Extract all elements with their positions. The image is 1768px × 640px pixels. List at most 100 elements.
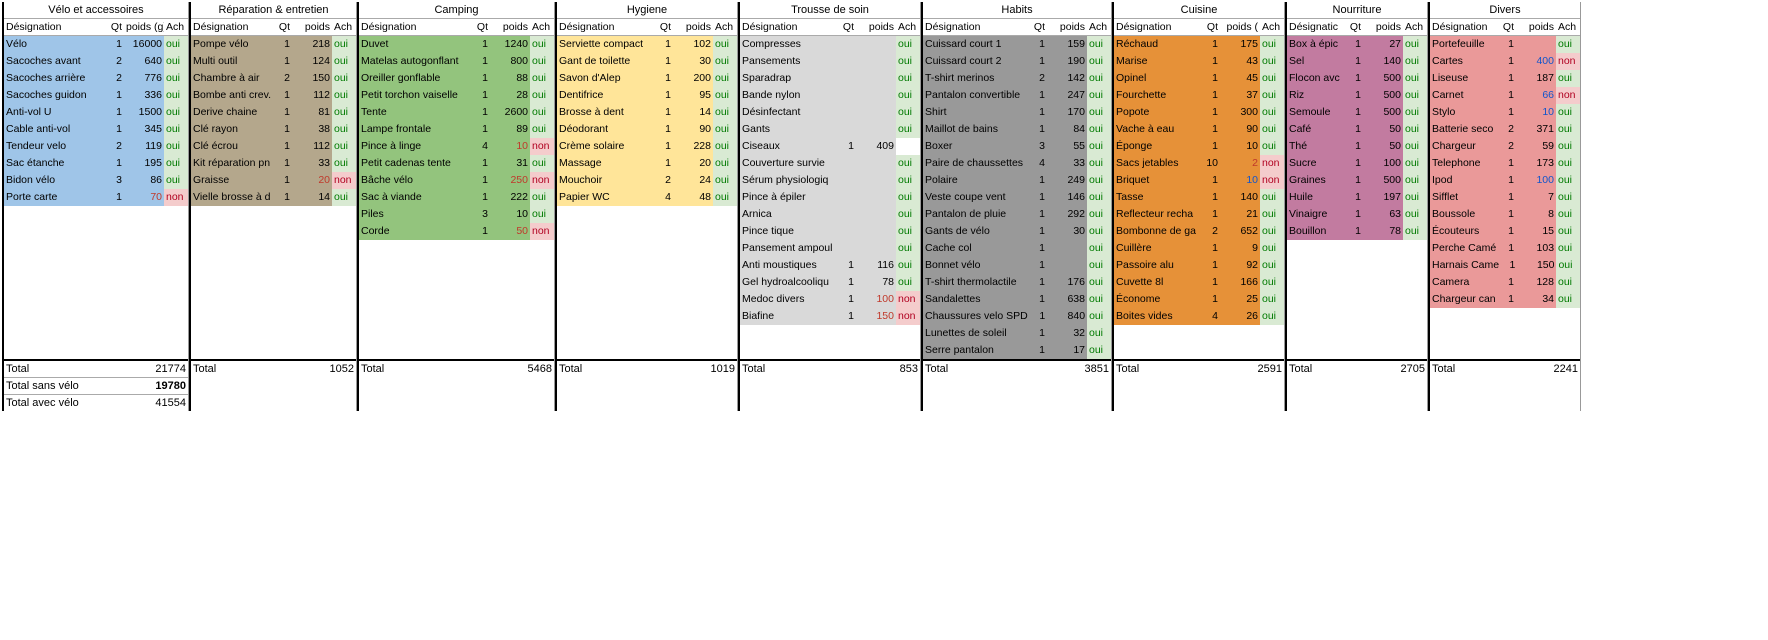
ach-cell: oui bbox=[1087, 274, 1111, 291]
cell-designation: Popote bbox=[1114, 104, 1202, 121]
cell-designation: Massage bbox=[557, 155, 655, 172]
cell-poids: 371 bbox=[1516, 121, 1556, 138]
ach-cell: non bbox=[1556, 87, 1580, 104]
cell-poids: 84 bbox=[1047, 121, 1087, 138]
cell-designation: Anti moustiques bbox=[740, 257, 838, 274]
col-qt: Qt bbox=[1498, 19, 1516, 35]
cell-poids: 14 bbox=[292, 189, 332, 206]
table-row: Porte carte 1 70 non bbox=[4, 189, 188, 206]
cell-qt: 2 bbox=[1498, 121, 1516, 138]
empty-row bbox=[4, 240, 188, 257]
cell-designation: Réchaud bbox=[1114, 36, 1202, 53]
cell-designation: Matelas autogonflant bbox=[359, 53, 472, 70]
cell-poids: 63 bbox=[1363, 206, 1403, 223]
empty-row bbox=[557, 257, 737, 274]
cell-designation: Flocon avc bbox=[1287, 70, 1345, 87]
table-row: Semoule 1 500 oui bbox=[1287, 104, 1427, 121]
cell-designation: Déodorant bbox=[557, 121, 655, 138]
cell-designation: Fourchette bbox=[1114, 87, 1202, 104]
cell-poids: 249 bbox=[1047, 172, 1087, 189]
ach-cell: oui bbox=[1087, 70, 1111, 87]
cell-qt: 1 bbox=[1029, 53, 1047, 70]
cell-qt: 1 bbox=[1029, 36, 1047, 53]
cell-qt: 1 bbox=[1202, 104, 1220, 121]
cell-qt: 4 bbox=[655, 189, 673, 206]
col-ach: Ach bbox=[164, 19, 188, 35]
cell-designation: Portefeuille bbox=[1430, 36, 1498, 53]
ach-cell: oui bbox=[530, 189, 554, 206]
table-row: Bouillon 1 78 oui bbox=[1287, 223, 1427, 240]
cell-qt: 1 bbox=[472, 70, 490, 87]
table-row: Sacs jetables 10 2 non bbox=[1114, 155, 1284, 172]
section: Cuisine Désignation Qt poids ( Ach Récha… bbox=[1112, 2, 1285, 411]
table-row: Tendeur velo 2 119 oui bbox=[4, 138, 188, 155]
table-row: Graines 1 500 oui bbox=[1287, 172, 1427, 189]
cell-designation: Marise bbox=[1114, 53, 1202, 70]
cell-qt: 1 bbox=[1345, 121, 1363, 138]
cell-poids: 1500 bbox=[124, 104, 164, 121]
col-qt: Qt bbox=[106, 19, 124, 35]
ach-cell: oui bbox=[1556, 257, 1580, 274]
cell-qt: 1 bbox=[274, 36, 292, 53]
ach-cell: oui bbox=[1403, 104, 1427, 121]
cell-qt: 1 bbox=[274, 155, 292, 172]
empty-row bbox=[4, 257, 188, 274]
cell-poids: 409 bbox=[856, 138, 896, 155]
table-row: Gants oui bbox=[740, 121, 920, 138]
ach-cell: oui bbox=[1260, 240, 1284, 257]
cell-poids: 10 bbox=[490, 206, 530, 223]
cell-poids bbox=[1047, 257, 1087, 274]
cell-designation: Serviette compact bbox=[557, 36, 655, 53]
col-ach: Ach bbox=[1260, 19, 1284, 35]
table-row: Vache à eau 1 90 oui bbox=[1114, 121, 1284, 138]
table-row: Medoc divers 1 100 non bbox=[740, 291, 920, 308]
grand-label: Total avec vélo bbox=[4, 395, 124, 411]
cell-poids: 638 bbox=[1047, 291, 1087, 308]
table-row: Vélo 1 16000 oui bbox=[4, 36, 188, 53]
ach-cell: oui bbox=[1087, 172, 1111, 189]
table-row: Cable anti-vol 1 345 oui bbox=[4, 121, 188, 138]
cell-qt: 1 bbox=[1345, 172, 1363, 189]
ach-cell: oui bbox=[164, 36, 188, 53]
empty-row bbox=[4, 308, 188, 325]
table-row: Économe 1 25 oui bbox=[1114, 291, 1284, 308]
section-total-row: Total 1052 bbox=[191, 359, 356, 377]
cell-designation: Crème solaire bbox=[557, 138, 655, 155]
cell-qt: 1 bbox=[1498, 206, 1516, 223]
ach-cell: oui bbox=[1087, 240, 1111, 257]
cell-designation: Veste coupe vent bbox=[923, 189, 1029, 206]
cell-designation: Lampe frontale bbox=[359, 121, 472, 138]
cell-designation: Lunettes de soleil bbox=[923, 325, 1029, 342]
ach-cell: oui bbox=[1403, 138, 1427, 155]
grand-total-sans: Total sans vélo 19780 bbox=[4, 377, 188, 394]
table-row: Riz 1 500 oui bbox=[1287, 87, 1427, 104]
section: Nourriture Désignatic Qt poids Ach Box à… bbox=[1285, 2, 1428, 411]
ach-cell: oui bbox=[1087, 308, 1111, 325]
ach-cell: oui bbox=[1556, 189, 1580, 206]
total-label: Total bbox=[359, 361, 494, 377]
ach-cell: oui bbox=[1260, 138, 1284, 155]
empty-row bbox=[191, 223, 356, 240]
table-row: Sel 1 140 oui bbox=[1287, 53, 1427, 70]
table-row: Derive chaine 1 81 oui bbox=[191, 104, 356, 121]
table-row: Briquet 1 10 non bbox=[1114, 172, 1284, 189]
cell-qt: 1 bbox=[1345, 104, 1363, 121]
table-row: Graisse 1 20 non bbox=[191, 172, 356, 189]
cell-designation: Petit cadenas tente bbox=[359, 155, 472, 172]
table-row: Sac étanche 1 195 oui bbox=[4, 155, 188, 172]
cell-poids: 150 bbox=[1517, 257, 1556, 274]
cell-designation: Vélo bbox=[4, 36, 106, 53]
section-title: Hygiene bbox=[557, 2, 737, 19]
cell-designation: Cuissard court 2 bbox=[923, 53, 1029, 70]
cell-designation: Sacoches avant bbox=[4, 53, 106, 70]
ach-cell: oui bbox=[1260, 104, 1284, 121]
cell-poids: 175 bbox=[1220, 36, 1260, 53]
table-row: Vinaigre 1 63 oui bbox=[1287, 206, 1427, 223]
cell-designation: Stylo bbox=[1430, 104, 1498, 121]
col-poids: poids bbox=[856, 19, 896, 35]
total-label: Total bbox=[1287, 361, 1367, 377]
cell-qt: 1 bbox=[1498, 223, 1516, 240]
cell-qt: 1 bbox=[1029, 240, 1047, 257]
total-label: Total bbox=[557, 361, 677, 377]
section: Habits Désignation Qt poids Ach Cuissard… bbox=[921, 2, 1112, 411]
